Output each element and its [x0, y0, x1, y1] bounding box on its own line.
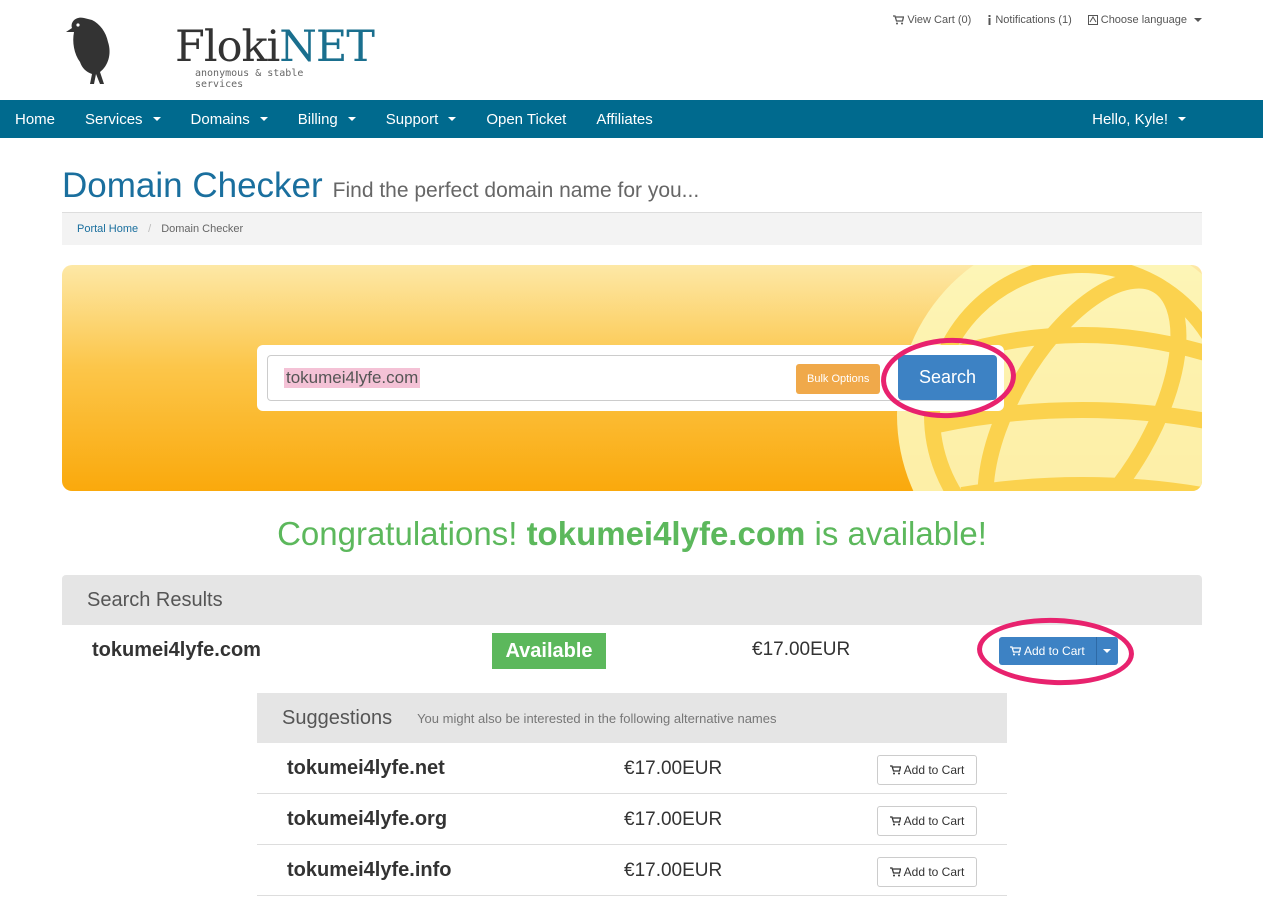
add-to-cart-button[interactable]: Add to Cart [877, 755, 977, 785]
breadcrumb-home[interactable]: Portal Home [77, 223, 138, 235]
add-to-cart-highlight-circle [975, 615, 1136, 688]
result-row: tokumei4lyfe.com Available €17.00EUR Add… [62, 615, 1202, 688]
main-content: Domain Checker Find the perfect domain n… [62, 138, 1202, 896]
suggestions-panel: Suggestions You might also be interested… [257, 693, 1007, 896]
chevron-down-icon [1178, 117, 1186, 121]
suggestion-row: tokumei4lyfe.info €17.00EUR Add to Cart [257, 845, 1007, 896]
flokinet-logo[interactable]: FlokiNET anonymous & stable services [64, 12, 375, 90]
suggestion-domain: tokumei4lyfe.org [287, 808, 448, 830]
page-heading: Domain Checker Find the perfect domain n… [62, 166, 1202, 213]
breadcrumb-separator: / [148, 223, 152, 235]
suggestions-heading: Suggestions You might also be interested… [257, 693, 1007, 743]
suggestion-domain: tokumei4lyfe.info [287, 859, 452, 881]
chevron-down-icon [1194, 18, 1202, 22]
notifications-link[interactable]: Notifications (1) [987, 14, 1072, 26]
nav-services[interactable]: Services [70, 100, 176, 138]
breadcrumb-current: Domain Checker [161, 223, 244, 235]
header: FlokiNET anonymous & stable services Vie… [0, 0, 1263, 100]
view-cart-link[interactable]: View Cart (0) [893, 14, 971, 26]
chevron-down-icon [448, 117, 457, 121]
language-selector[interactable]: Choose language [1087, 14, 1202, 26]
suggestion-price: €17.00EUR [624, 809, 723, 830]
logo-tagline: anonymous & stable services [195, 68, 304, 90]
suggestion-row: tokumei4lyfe.org €17.00EUR Add to Cart [257, 794, 1007, 845]
nav-open-ticket[interactable]: Open Ticket [471, 100, 581, 138]
search-results: Search Results tokumei4lyfe.com Availabl… [62, 575, 1202, 688]
chevron-down-icon [259, 117, 268, 121]
chevron-down-icon [347, 117, 356, 121]
suggestion-price: €17.00EUR [624, 860, 723, 881]
raven-icon [66, 17, 110, 84]
nav-affiliates[interactable]: Affiliates [581, 100, 667, 138]
chevron-down-icon [152, 117, 161, 121]
user-menu[interactable]: Hello, Kyle! [1077, 100, 1201, 138]
main-nav: Home Services Domains Billing Support Op… [0, 100, 1263, 138]
availability-message: Congratulations! tokumei4lyfe.com is ava… [277, 515, 987, 552]
nav-support[interactable]: Support [371, 100, 472, 138]
cart-icon [889, 867, 901, 877]
available-domain: tokumei4lyfe.com [526, 515, 806, 552]
cart-icon [889, 816, 901, 826]
cart-icon [889, 765, 901, 775]
suggestions-title: Suggestions [282, 706, 393, 729]
add-to-cart-button[interactable]: Add to Cart [877, 806, 977, 836]
add-to-cart-button[interactable]: Add to Cart [877, 857, 977, 887]
search-results-heading: Search Results [62, 575, 1202, 625]
suggestion-row: tokumei4lyfe.net €17.00EUR Add to Cart [257, 743, 1007, 794]
page-subtitle: Find the perfect domain name for you... [332, 179, 700, 202]
language-icon [1087, 15, 1098, 25]
nav-domains[interactable]: Domains [176, 100, 283, 138]
suggestion-domain: tokumei4lyfe.net [287, 757, 445, 779]
info-icon [988, 15, 991, 25]
cart-icon [893, 15, 905, 25]
status-badge: Available [492, 633, 606, 669]
bulk-options-button[interactable]: Bulk Options [796, 364, 881, 394]
domain-search-banner: tokumei4lyfe.com Bulk Options Search [62, 265, 1202, 491]
logo-text: FlokiNET [175, 22, 375, 72]
result-price: €17.00EUR [752, 639, 851, 660]
nav-billing[interactable]: Billing [283, 100, 371, 138]
breadcrumb: Portal Home / Domain Checker [62, 213, 1202, 245]
suggestions-subtitle: You might also be interested in the foll… [417, 710, 777, 726]
domain-search-form: tokumei4lyfe.com Bulk Options Search [257, 334, 1019, 422]
result-domain: tokumei4lyfe.com [92, 639, 261, 661]
suggestion-price: €17.00EUR [624, 758, 723, 779]
top-links: View Cart (0) Notifications (1) Choose l… [893, 14, 1202, 26]
search-highlight-circle [878, 334, 1019, 422]
page-title: Domain Checker [62, 166, 323, 205]
nav-home[interactable]: Home [0, 100, 70, 138]
